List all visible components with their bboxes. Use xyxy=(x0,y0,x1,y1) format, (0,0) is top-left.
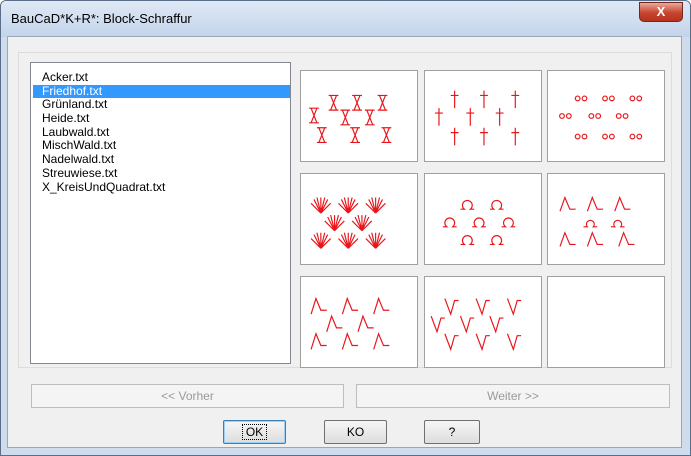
close-button[interactable]: X xyxy=(639,2,683,22)
title-bar[interactable]: BauCaD*K+R*: Block-Schraffur X xyxy=(1,1,690,37)
valley-marks-icon xyxy=(430,298,522,352)
crosses-icon xyxy=(435,90,520,146)
double-circles-icon xyxy=(559,95,643,140)
ko-button-label: KO xyxy=(346,425,365,439)
previous-button[interactable]: << Vorher xyxy=(31,384,344,408)
pattern-tile-2[interactable] xyxy=(424,70,542,162)
peak-marks-icon xyxy=(310,296,390,350)
ko-button[interactable]: KO xyxy=(324,420,387,444)
list-item[interactable]: Nadelwald.txt xyxy=(33,152,290,167)
list-item[interactable]: Streuwiese.txt xyxy=(33,166,290,181)
list-item[interactable]: Laubwald.txt xyxy=(33,125,290,140)
pattern-tile-8[interactable] xyxy=(424,276,542,368)
pattern-tile-9-empty[interactable] xyxy=(547,276,665,368)
window-title: BauCaD*K+R*: Block-Schraffur xyxy=(11,11,192,26)
help-button-label: ? xyxy=(448,425,456,439)
next-button[interactable]: Weiter >> xyxy=(356,384,670,408)
pattern-tile-1[interactable] xyxy=(300,70,418,162)
peak-marks-icon xyxy=(559,195,635,247)
list-item[interactable]: MischWald.txt xyxy=(33,139,290,153)
list-item[interactable]: X_KreisUndQuadrat.txt xyxy=(33,180,290,195)
x-marks-icon xyxy=(309,94,392,143)
ok-button-label: OK xyxy=(241,424,268,440)
list-item[interactable]: Acker.txt xyxy=(33,70,290,85)
list-item[interactable]: Heide.txt xyxy=(33,111,290,126)
fan-marks-icon xyxy=(310,197,386,249)
pattern-file-list[interactable]: Acker.txt Friedhof.txt Grünland.txt Heid… xyxy=(30,62,291,364)
ok-button[interactable]: OK xyxy=(223,420,286,444)
omega-icon xyxy=(442,199,516,246)
list-item-selected[interactable]: Friedhof.txt xyxy=(33,84,290,99)
pattern-tile-4[interactable] xyxy=(300,173,418,265)
list-item[interactable]: Grünland.txt xyxy=(33,98,290,112)
pattern-tile-7[interactable] xyxy=(300,276,418,368)
pattern-tile-5[interactable] xyxy=(424,173,542,265)
pattern-tile-6[interactable] xyxy=(547,173,665,265)
pattern-tile-3[interactable] xyxy=(547,70,665,162)
help-button[interactable]: ? xyxy=(424,420,480,444)
